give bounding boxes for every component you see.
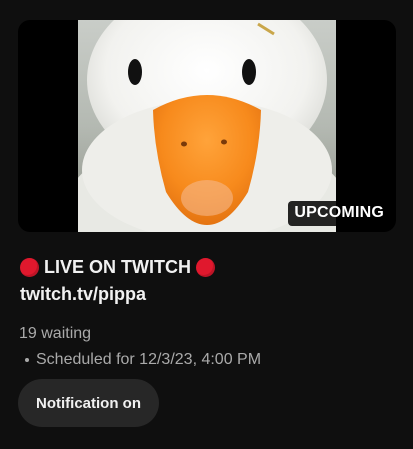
video-metadata: 19 waiting Scheduled for 12/3/23, 4:00 P… <box>19 321 261 373</box>
red-circle-icon <box>196 258 215 277</box>
upcoming-badge: UPCOMING <box>288 201 390 226</box>
separator-dot-icon <box>25 358 29 362</box>
video-title[interactable]: LIVE ON TWITCH twitch.tv/pippa <box>20 254 400 308</box>
scheduled-time: Scheduled for 12/3/23, 4:00 PM <box>36 351 262 368</box>
title-live-text: LIVE ON TWITCH <box>44 257 191 277</box>
title-url-text: twitch.tv/pippa <box>20 284 146 304</box>
title-line-live: LIVE ON TWITCH <box>20 254 400 281</box>
waiting-count: 19 waiting <box>19 325 92 342</box>
title-line-url: twitch.tv/pippa <box>20 281 400 308</box>
notification-button[interactable]: Notification on <box>18 379 159 427</box>
scheduled-line: Scheduled for 12/3/23, 4:00 PM <box>19 347 261 373</box>
red-circle-icon <box>20 258 39 277</box>
video-thumbnail[interactable]: UPCOMING <box>18 20 396 232</box>
video-card[interactable]: UPCOMING LIVE ON TWITCH twitch.tv/pippa … <box>0 0 413 449</box>
